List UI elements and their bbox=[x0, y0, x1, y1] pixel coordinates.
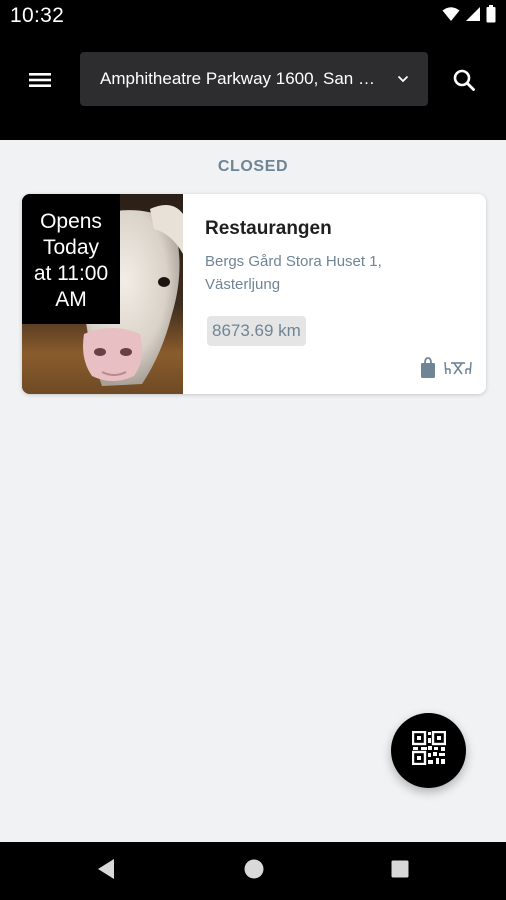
chevron-down-icon bbox=[396, 72, 410, 86]
wifi-icon bbox=[442, 6, 460, 27]
opening-hours-badge: Opens Today at 11:00 AM bbox=[22, 194, 120, 324]
table-seating-icon bbox=[444, 360, 472, 381]
hamburger-menu-icon bbox=[28, 71, 52, 94]
section-header: CLOSED bbox=[217, 158, 289, 175]
app-screen: 10:32 Amphitheatre Parkway 1600, San Fra… bbox=[0, 0, 506, 900]
menu-button[interactable] bbox=[20, 62, 60, 102]
restaurant-name: Restaurangen bbox=[205, 218, 332, 239]
badge-line: at 11:00 bbox=[33, 262, 109, 285]
service-icons bbox=[420, 357, 472, 384]
search-button[interactable] bbox=[444, 62, 484, 102]
home-button[interactable] bbox=[240, 857, 268, 885]
shopping-bag-icon bbox=[420, 357, 436, 384]
back-icon bbox=[96, 858, 116, 885]
battery-icon bbox=[486, 4, 496, 28]
qr-scan-button[interactable] bbox=[391, 713, 466, 788]
qr-code-icon bbox=[411, 730, 446, 770]
back-button[interactable] bbox=[92, 857, 120, 885]
status-time: 10:32 bbox=[10, 4, 65, 27]
status-icons bbox=[442, 4, 496, 28]
recents-button[interactable] bbox=[386, 857, 414, 885]
restaurant-card[interactable]: Opens Today at 11:00 AM Restaurangen Ber… bbox=[22, 194, 486, 394]
badge-line: AM bbox=[55, 288, 87, 311]
badge-line: Today bbox=[42, 236, 100, 259]
status-bar: 10:32 bbox=[0, 0, 506, 32]
system-nav-bar bbox=[0, 842, 506, 900]
distance-badge: 8673.69 km bbox=[207, 316, 306, 346]
app-bar: Amphitheatre Parkway 1600, San Francisco bbox=[0, 32, 506, 140]
recents-icon bbox=[390, 859, 410, 884]
location-select[interactable]: Amphitheatre Parkway 1600, San Francisco bbox=[80, 52, 428, 106]
badge-line: Opens bbox=[40, 210, 102, 233]
home-icon bbox=[243, 858, 265, 885]
signal-icon bbox=[465, 6, 481, 27]
search-icon bbox=[453, 69, 475, 96]
location-text: Amphitheatre Parkway 1600, San Francisco bbox=[100, 69, 384, 88]
restaurant-image: Opens Today at 11:00 AM bbox=[22, 194, 183, 394]
restaurant-address: Bergs Gård Stora Huset 1, Västerljung bbox=[205, 253, 382, 293]
card-info: Restaurangen Bergs Gård Stora Huset 1, V… bbox=[205, 194, 486, 394]
